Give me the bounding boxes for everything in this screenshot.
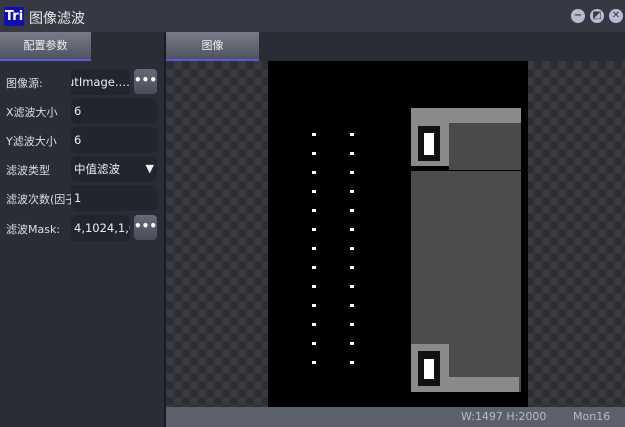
tab-image[interactable]: 图像 [166,32,259,61]
image-size-readout: W:1497 H:2000 [461,410,547,423]
param-label: 滤波类型 [6,164,50,177]
image-blob [350,228,354,231]
param-filter-type: 滤波类型 中值滤波 ▼ [0,156,164,182]
image-blob [350,266,354,269]
image-blob [350,133,354,136]
filter-mask-browse-button[interactable]: ••• [134,215,157,240]
restore-button[interactable]: ◩ [590,9,604,23]
filter-mask-input[interactable]: 4,1024,1,0,0 [71,215,130,241]
image-blob [350,342,354,345]
image-blob [350,209,354,212]
param-x-filter-size: X滤波大小 6 [0,98,164,124]
image-name-readout: Mon16 [573,410,611,423]
image-blob [312,304,316,307]
param-filter-mask: 滤波Mask: 4,1024,1,0,0 ••• [0,215,164,241]
filter-type-value: 中值滤波 [74,162,120,176]
tab-config-params[interactable]: 配置参数 [0,32,91,61]
filter-count-input[interactable]: 1 [71,185,157,211]
minimize-button[interactable]: − [571,9,585,23]
window-title: 图像滤波 [29,11,85,27]
image-blob [350,190,354,193]
image-blob [312,133,316,136]
image-source-browse-button[interactable]: ••• [134,69,157,94]
image-blob [312,209,316,212]
chevron-down-icon: ▼ [145,162,154,175]
image-viewer[interactable] [166,61,625,407]
title-bar: Tri 图像滤波 − ◩ ✕ [0,0,625,32]
param-y-filter-size: Y滤波大小 6 [0,127,164,153]
image-blob [312,247,316,250]
image-blob [312,171,316,174]
param-label: X滤波大小 [6,106,58,119]
image-blob [350,323,354,326]
config-panel: 配置参数 图像源: ….outImage ••• X滤波大小 6 Y滤波大小 6… [0,32,164,427]
param-label: 滤波Mask: [6,223,61,236]
x-filter-size-input[interactable]: 6 [71,98,157,124]
image-blob [312,361,316,364]
param-label: 滤波次数(因子) [6,193,81,206]
image-blob [312,342,316,345]
image-blob [350,304,354,307]
close-button[interactable]: ✕ [609,9,623,23]
image-blob [312,323,316,326]
param-image-source: 图像源: ….outImage ••• [0,69,164,95]
app-logo: Tri [4,7,24,26]
image-blob [350,361,354,364]
image-blob [312,285,316,288]
filter-type-select[interactable]: 中值滤波 ▼ [71,156,157,182]
image-blob [350,152,354,155]
image-blob [312,190,316,193]
param-filter-count: 滤波次数(因子) 1 [0,185,164,211]
status-bar: W:1497 H:2000 Mon16 [166,407,625,427]
image-blob [350,171,354,174]
param-label: Y滤波大小 [6,135,57,148]
image-blob [350,285,354,288]
image-blob [350,247,354,250]
image-blob [312,152,316,155]
filtered-image [268,61,528,407]
image-blob [312,266,316,269]
y-filter-size-input[interactable]: 6 [71,127,157,153]
image-tab-bar: 图像 [166,32,625,61]
param-label: 图像源: [6,77,43,90]
image-blob [312,228,316,231]
image-source-input[interactable]: ….outImage [71,69,130,95]
